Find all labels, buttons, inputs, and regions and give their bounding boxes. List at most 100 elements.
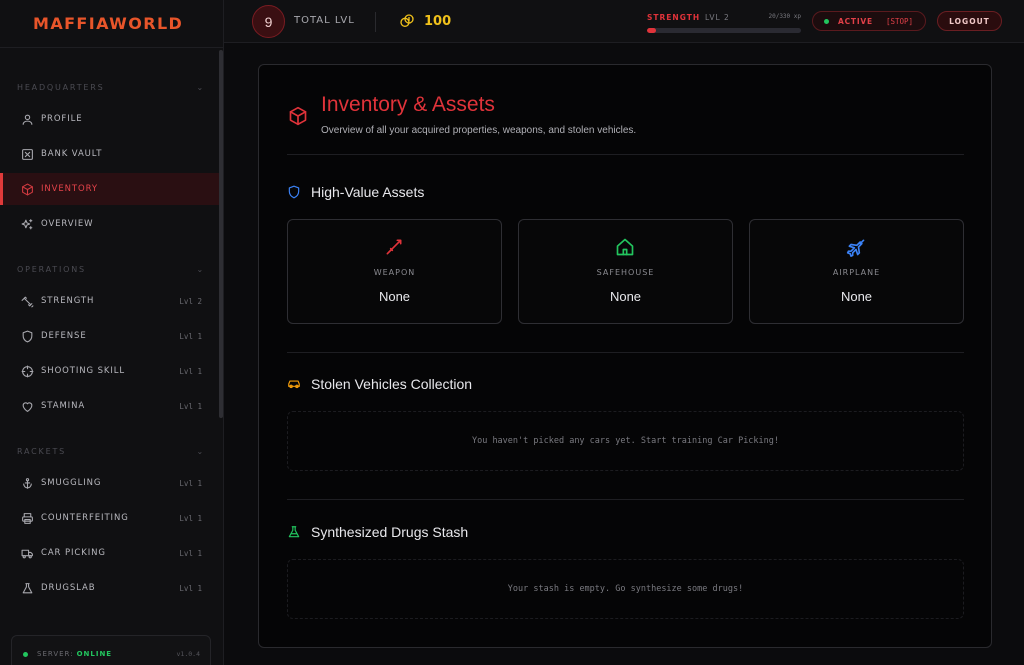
section-title: OPERATIONS: [17, 265, 86, 274]
sidebar-item-label: DEFENSE: [41, 331, 87, 341]
asset-card-weapon[interactable]: WEAPON None: [287, 219, 502, 324]
divider: [287, 352, 964, 353]
section-drugs-stash: Synthesized Drugs Stash: [287, 524, 468, 540]
home-icon: [615, 237, 637, 259]
sidebar-scrollbar[interactable]: [219, 50, 223, 418]
chevron-down-icon: ⌄: [196, 447, 205, 456]
vehicles-empty-state: You haven't picked any cars yet. Start t…: [287, 411, 964, 471]
active-status-pill[interactable]: ACTIVE [STOP]: [812, 11, 926, 31]
level-badge: Lvl 1: [179, 513, 202, 523]
section-title: HEADQUARTERS: [17, 83, 105, 92]
sidebar-item-label: DRUGSLAB: [41, 583, 96, 593]
sword-icon: [384, 237, 406, 259]
sidebar-item-car-picking[interactable]: CAR PICKING Lvl 1: [0, 537, 219, 569]
server-status-text: ONLINE: [76, 650, 113, 658]
status-dot: [23, 652, 28, 657]
section-header-operations[interactable]: OPERATIONS ⌄: [17, 265, 205, 274]
level-badge: Lvl 1: [179, 331, 202, 341]
anchor-icon: [20, 476, 34, 490]
xp-progress-fill: [647, 28, 657, 33]
asset-value: None: [378, 289, 411, 304]
user-icon: [20, 112, 34, 126]
sidebar-item-stamina[interactable]: STAMINA Lvl 1: [0, 390, 219, 422]
sidebar-item-smuggling[interactable]: SMUGGLING Lvl 1: [0, 467, 219, 499]
inventory-card: Inventory & Assets Overview of all your …: [258, 64, 992, 648]
sidebar-item-label: STAMINA: [41, 401, 86, 411]
sidebar: MAFFIAWORLD HEADQUARTERS ⌄ PROFILE BANK …: [0, 0, 224, 665]
status-dot: [824, 18, 829, 24]
stop-button[interactable]: [STOP]: [886, 17, 913, 26]
car-icon: [287, 376, 303, 392]
sidebar-item-overview[interactable]: OVERVIEW: [0, 208, 219, 240]
section-header-rackets[interactable]: RACKETS ⌄: [17, 447, 205, 456]
page-title: Inventory & Assets: [321, 93, 495, 116]
server-label: SERVER:: [37, 650, 74, 658]
sparkles-icon: [20, 217, 34, 231]
crosshair-icon: [20, 364, 34, 378]
divider: [287, 499, 964, 500]
section-high-value-assets: High-Value Assets: [287, 184, 424, 200]
sidebar-item-bank-vault[interactable]: BANK VAULT: [0, 138, 219, 170]
sidebar-item-strength[interactable]: STRENGTH Lvl 2: [0, 285, 219, 317]
level-badge: Lvl 1: [179, 478, 202, 488]
brand-text: MAFFIAWORLD: [33, 14, 184, 33]
printer-icon: [20, 511, 34, 525]
coins-value: 100: [424, 14, 452, 29]
sidebar-item-defense[interactable]: DEFENSE Lvl 1: [0, 320, 219, 352]
shield-icon: [287, 184, 303, 200]
box-icon: [20, 182, 34, 196]
sidebar-item-label: PROFILE: [41, 114, 83, 124]
coins-icon: [399, 13, 415, 29]
active-label: ACTIVE: [838, 16, 873, 26]
asset-value: None: [609, 289, 642, 304]
total-level-badge: 9: [252, 5, 285, 38]
flask-icon: [20, 581, 34, 595]
server-status: SERVER: ONLINE v1.0.4: [11, 635, 211, 665]
section-title: Stolen Vehicles Collection: [311, 376, 473, 392]
top-bar: 9 TOTAL LVL 100 STRENGTH LVL 2 20/330 xp…: [224, 0, 1024, 43]
divider: [287, 154, 964, 155]
skill-name: STRENGTH: [647, 13, 701, 22]
section-stolen-vehicles: Stolen Vehicles Collection: [287, 376, 472, 392]
sidebar-item-label: CAR PICKING: [41, 548, 106, 558]
skill-xp: 20/330 xp: [768, 13, 801, 20]
section-title: High-Value Assets: [311, 184, 425, 200]
asset-value: None: [840, 289, 873, 304]
flask-icon: [287, 524, 303, 540]
heart-icon: [20, 399, 34, 413]
logout-button[interactable]: LOGOUT: [937, 11, 1002, 31]
chevron-down-icon: ⌄: [196, 83, 205, 92]
plane-icon: [846, 237, 868, 259]
asset-label: SAFEHOUSE: [596, 268, 655, 277]
asset-label: WEAPON: [373, 268, 416, 277]
divider: [375, 12, 376, 32]
asset-card-airplane[interactable]: AIRPLANE None: [749, 219, 964, 324]
asset-card-safehouse[interactable]: SAFEHOUSE None: [518, 219, 733, 324]
xp-progress-bar: [647, 28, 801, 33]
skill-level: LVL 2: [705, 13, 730, 22]
box-icon: [288, 106, 308, 126]
section-header-headquarters[interactable]: HEADQUARTERS ⌄: [17, 83, 205, 92]
chevron-down-icon: ⌄: [196, 265, 205, 274]
sidebar-item-profile[interactable]: PROFILE: [0, 103, 219, 135]
brand-logo[interactable]: MAFFIAWORLD: [0, 0, 223, 48]
vault-icon: [20, 147, 34, 161]
level-badge: Lvl 1: [179, 401, 202, 411]
sidebar-item-shooting-skill[interactable]: SHOOTING SKILL Lvl 1: [0, 355, 219, 387]
sidebar-item-label: COUNTERFEITING: [41, 513, 129, 523]
sidebar-item-drugslab[interactable]: DRUGSLAB Lvl 1: [0, 572, 219, 604]
section-title: Synthesized Drugs Stash: [311, 524, 469, 540]
version-text: v1.0.4: [176, 650, 200, 658]
sidebar-item-counterfeiting[interactable]: COUNTERFEITING Lvl 1: [0, 502, 219, 534]
truck-icon: [20, 546, 34, 560]
sidebar-item-label: OVERVIEW: [41, 219, 94, 229]
dumbbell-icon: [20, 294, 34, 308]
sidebar-item-label: BANK VAULT: [41, 149, 103, 159]
sidebar-item-inventory[interactable]: INVENTORY: [0, 173, 219, 205]
sidebar-item-label: SMUGGLING: [41, 478, 102, 488]
page-subtitle: Overview of all your acquired properties…: [321, 125, 637, 136]
level-badge: Lvl 2: [179, 296, 202, 306]
asset-label: AIRPLANE: [832, 268, 881, 277]
sidebar-item-label: SHOOTING SKILL: [41, 366, 126, 376]
total-level-label: TOTAL LVL: [294, 15, 355, 26]
